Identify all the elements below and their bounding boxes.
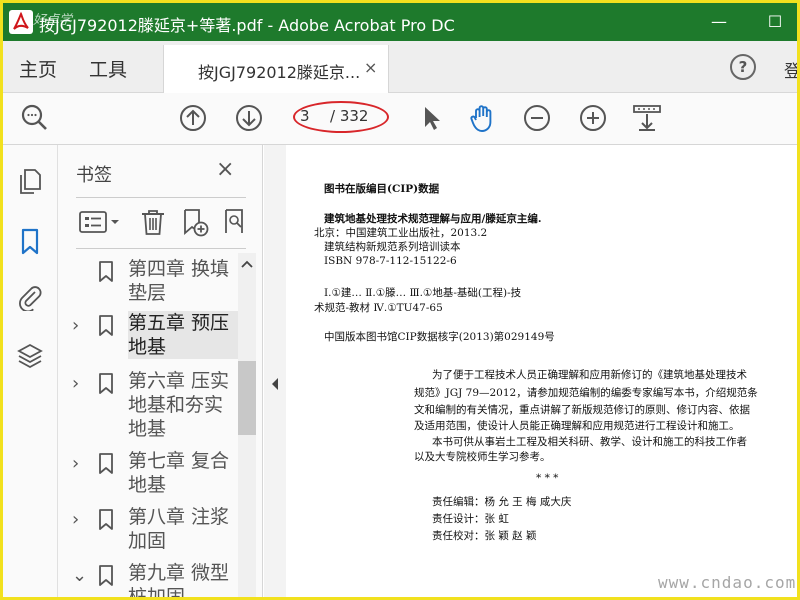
collapse-chevron-icon[interactable]: ⌄ bbox=[72, 565, 87, 586]
doc-line: 中国版本图书馆CIP数据核字(2013)第029149号 bbox=[324, 331, 555, 343]
bookmark-flag-icon bbox=[99, 509, 113, 530]
help-icon[interactable]: ? bbox=[730, 54, 756, 80]
previous-page-icon[interactable] bbox=[177, 102, 209, 134]
navigation-rail bbox=[3, 145, 58, 597]
next-page-icon[interactable] bbox=[233, 102, 265, 134]
doc-line: Ⅰ.①建… Ⅱ.①滕… Ⅲ.①地基-基础(工程)-技 bbox=[324, 287, 522, 299]
expand-chevron-icon[interactable]: › bbox=[72, 315, 79, 336]
zoom-in-icon[interactable] bbox=[577, 102, 609, 134]
doc-line: 文和编制的有关情况，重点讲解了新版规范修订的原则、修订内容、依据 bbox=[414, 404, 750, 416]
find-bookmark-icon[interactable] bbox=[222, 207, 246, 237]
document-tab[interactable]: 按JGJ792012滕延京... × bbox=[163, 45, 389, 93]
doc-line: 为了便于工程技术人员正确理解和应用新修订的《建筑地基处理技术 bbox=[432, 369, 747, 381]
doc-line: 规范》JGJ 79—2012，请参加规范编制的编委专家编写本书，介绍规范条 bbox=[414, 387, 758, 399]
bookmark-label: 第六章 压实地基和夯实地基 bbox=[128, 370, 230, 440]
doc-line: 建筑地基处理技术规范理解与应用/滕延京主编. bbox=[324, 213, 542, 225]
minimize-button[interactable]: — bbox=[705, 8, 733, 36]
document-page: 图书在版编目(CIP)数据 建筑地基处理技术规范理解与应用/滕延京主编. 北京：… bbox=[286, 145, 797, 597]
close-tab-icon[interactable]: × bbox=[364, 58, 377, 77]
bookmark-label: 第八章 注浆加固 bbox=[128, 506, 230, 552]
attachments-icon[interactable] bbox=[16, 283, 44, 313]
delete-bookmark-icon[interactable] bbox=[138, 207, 168, 237]
bookmarks-icon[interactable] bbox=[16, 227, 44, 255]
doc-line: 及适用范围，使设计人员能正确理解和应用规范进行工程设计和施工。 bbox=[414, 420, 740, 432]
doc-line: ISBN 978-7-112-15122-6 bbox=[324, 255, 457, 267]
divider bbox=[76, 197, 246, 198]
acrobat-logo-icon bbox=[9, 10, 33, 34]
home-tab[interactable]: 主页 bbox=[19, 55, 57, 82]
bookmark-label: 第四章 换填垫层 bbox=[128, 258, 230, 304]
doc-line: 本书可供从事岩土工程及相关科研、教学、设计和施工的科技工作者 bbox=[432, 436, 747, 448]
doc-line: 以及大专院校师生学习参考。 bbox=[414, 451, 551, 463]
bookmark-flag-icon bbox=[99, 453, 113, 474]
bookmark-flag-icon bbox=[99, 261, 113, 282]
bookmark-toolbar bbox=[76, 205, 246, 241]
new-bookmark-icon[interactable] bbox=[180, 207, 210, 237]
expand-chevron-icon[interactable]: › bbox=[72, 373, 79, 394]
scroll-up-icon[interactable] bbox=[241, 259, 253, 269]
scrollbar-thumb[interactable] bbox=[238, 361, 256, 435]
doc-line: 术规范-教材 Ⅳ.①TU47-65 bbox=[314, 302, 443, 314]
collapse-panel-icon[interactable] bbox=[270, 377, 280, 391]
doc-line: 责任编辑：杨 允 王 梅 咸大庆 bbox=[432, 496, 572, 508]
expand-chevron-icon[interactable]: › bbox=[72, 453, 79, 474]
maximize-button[interactable]: ☐ bbox=[761, 8, 789, 36]
doc-line: 建筑结构新规范系列培训读本 bbox=[324, 241, 461, 253]
tools-tab[interactable]: 工具 bbox=[89, 55, 127, 82]
title-bar: 好卓学 按JGJ792012滕延京+等著.pdf - Adobe Acrobat… bbox=[3, 3, 797, 41]
bookmark-label: 第七章 复合地基 bbox=[128, 450, 230, 496]
doc-line: * * * bbox=[536, 472, 559, 484]
expand-chevron-icon[interactable]: › bbox=[72, 509, 79, 530]
site-watermark: www.cndao.com bbox=[658, 573, 797, 592]
panel-splitter[interactable] bbox=[264, 145, 286, 597]
bookmark-flag-icon bbox=[99, 315, 113, 336]
bookmark-label: 第九章 微型桩加固 bbox=[128, 562, 230, 597]
search-icon[interactable] bbox=[19, 102, 51, 134]
page-thumbnails-icon[interactable] bbox=[16, 167, 44, 195]
bookmark-flag-icon bbox=[99, 565, 113, 586]
menu-bar: 主页 工具 按JGJ792012滕延京... × ? 登 bbox=[3, 41, 797, 93]
document-tab-label: 按JGJ792012滕延京... bbox=[198, 63, 361, 82]
acrobat-window: 好卓学 按JGJ792012滕延京+等著.pdf - Adobe Acrobat… bbox=[0, 0, 800, 600]
cip-heading: 图书在版编目(CIP)数据 bbox=[324, 183, 440, 195]
bookmark-label: 第五章 预压地基 bbox=[128, 311, 238, 359]
options-menu-icon[interactable] bbox=[78, 207, 124, 237]
doc-line: 责任设计：张 虹 bbox=[432, 513, 509, 525]
doc-line: 责任校对：张 颖 赵 颖 bbox=[432, 530, 537, 542]
layers-icon[interactable] bbox=[16, 341, 44, 369]
sign-in-label[interactable]: 登 bbox=[784, 57, 797, 82]
highlight-annotation bbox=[293, 101, 389, 133]
bookmark-flag-icon bbox=[99, 373, 113, 394]
bookmarks-panel: 书签 × 第四章 换填垫层 › 第五章 预压地基 › 第六章 压实地基和夯实地基… bbox=[58, 145, 263, 597]
toolbar: 3 / 332 bbox=[3, 93, 797, 145]
select-cursor-icon[interactable] bbox=[415, 102, 447, 134]
zoom-out-icon[interactable] bbox=[521, 102, 553, 134]
doc-line: 北京：中国建筑工业出版社，2013.2 bbox=[314, 227, 488, 239]
divider bbox=[76, 248, 246, 249]
fit-width-icon[interactable] bbox=[631, 102, 663, 134]
bookmarks-panel-title: 书签 bbox=[76, 165, 112, 186]
window-title: 按JGJ792012滕延京+等著.pdf - Adobe Acrobat Pro… bbox=[39, 16, 455, 35]
bookmark-list: 第四章 换填垫层 › 第五章 预压地基 › 第六章 压实地基和夯实地基 › 第七… bbox=[58, 253, 238, 597]
close-panel-icon[interactable]: × bbox=[216, 157, 234, 182]
hand-tool-icon[interactable] bbox=[467, 102, 499, 134]
